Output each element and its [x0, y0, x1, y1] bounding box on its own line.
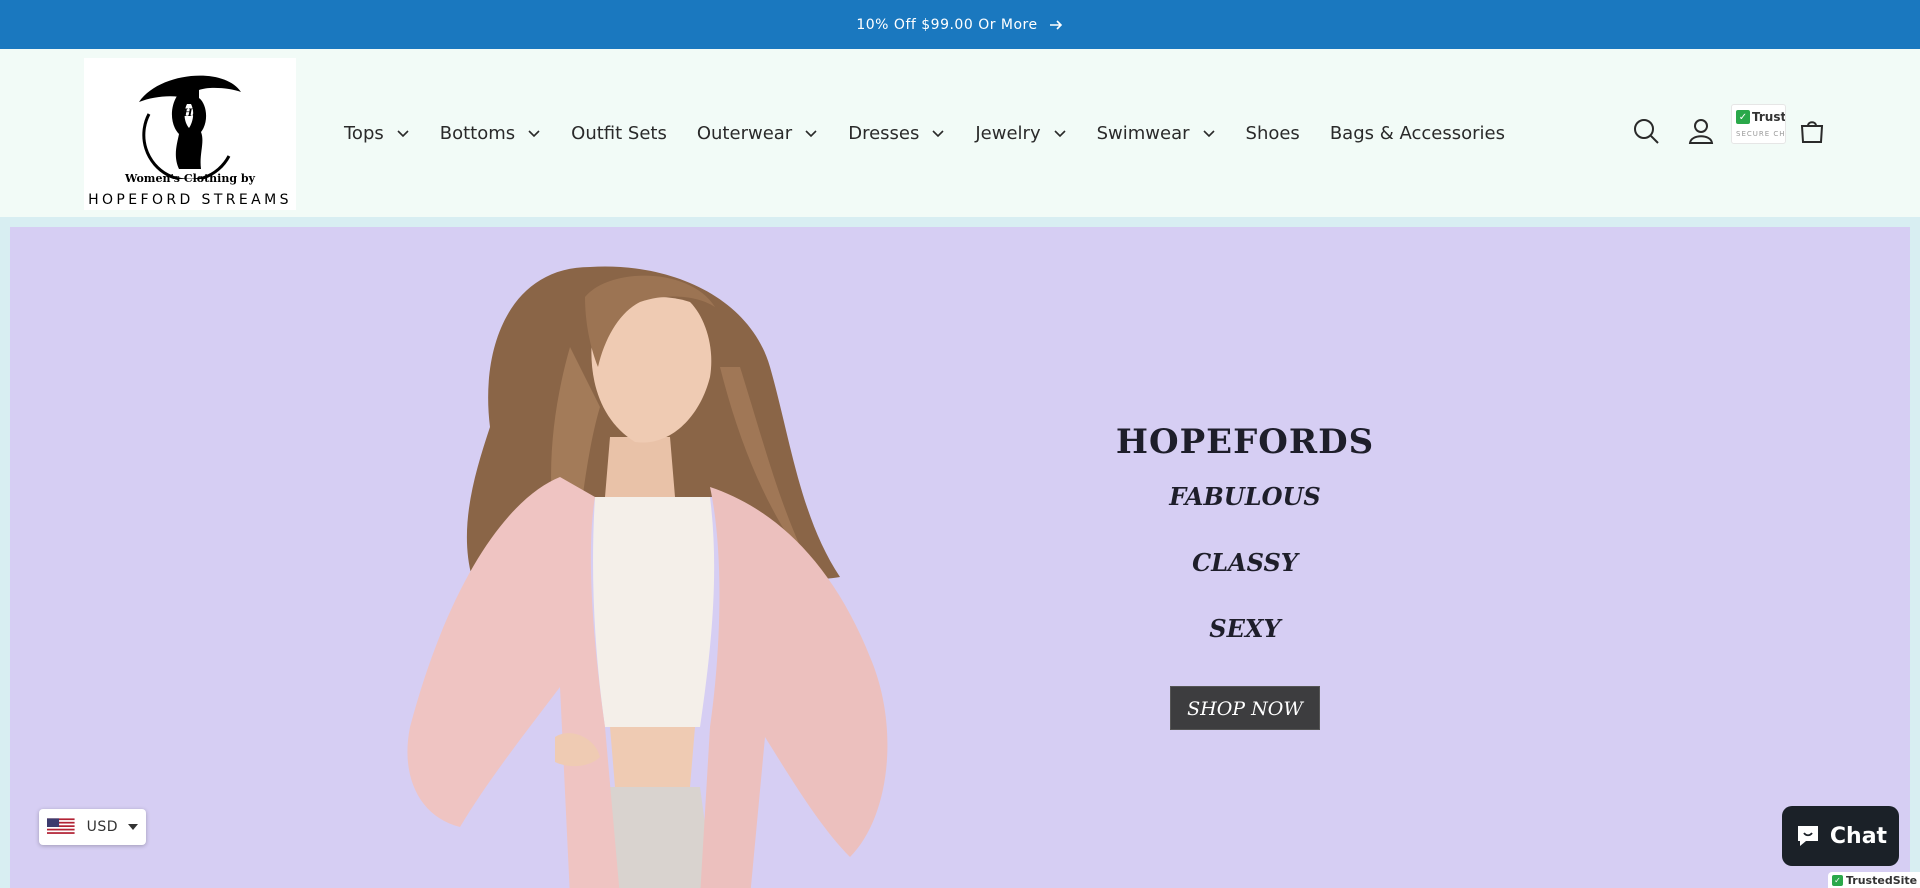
- caret-down-icon: [128, 824, 138, 830]
- announcement-link[interactable]: 10% Off $99.00 Or More: [856, 17, 1063, 33]
- svg-text:HS: HS: [182, 108, 200, 119]
- trust-badge[interactable]: ✓ Truste SECURE CH: [1731, 104, 1786, 144]
- nav-item-bags-accessories[interactable]: Bags & Accessories: [1330, 123, 1505, 144]
- nav-item-outfit-sets[interactable]: Outfit Sets: [571, 123, 667, 144]
- chat-bubble-icon: [1797, 826, 1818, 846]
- hero-line-fabulous: FABULOUS: [1169, 482, 1321, 511]
- nav-item-outerwear[interactable]: Outerwear: [697, 123, 818, 144]
- check-icon: ✓: [1736, 110, 1750, 124]
- chevron-down-icon: [397, 130, 409, 138]
- trust-badge-title: Truste: [1752, 110, 1786, 124]
- chevron-down-icon: [1054, 130, 1066, 138]
- search-button[interactable]: [1630, 115, 1662, 147]
- nav-item-jewelry[interactable]: Jewelry: [975, 123, 1066, 144]
- logo-tagline: Women's Clothing by: [125, 172, 255, 185]
- site-header: HS Women's Clothing by HOPEFORD STREAMS …: [0, 49, 1920, 217]
- nav-item-tops[interactable]: Tops: [344, 123, 410, 144]
- site-logo[interactable]: HS Women's Clothing by HOPEFORD STREAMS: [84, 58, 296, 210]
- nav-item-dresses[interactable]: Dresses: [848, 123, 945, 144]
- nav-item-bottoms[interactable]: Bottoms: [440, 123, 541, 144]
- hero-title: HOPEFORDS: [1115, 422, 1375, 462]
- check-icon: ✓: [1832, 874, 1843, 886]
- chevron-down-icon: [932, 130, 944, 138]
- chevron-down-icon: [528, 130, 540, 138]
- search-icon: [1634, 119, 1659, 144]
- cart-icon: [1800, 121, 1824, 143]
- currency-selector[interactable]: USD: [39, 809, 146, 845]
- logo-brand: HOPEFORD STREAMS: [88, 192, 292, 208]
- chevron-down-icon: [805, 130, 817, 138]
- hero-line-classy: CLASSY: [1192, 548, 1298, 577]
- nav-item-shoes[interactable]: Shoes: [1246, 123, 1300, 144]
- account-button[interactable]: [1685, 115, 1717, 147]
- hero-model-image: [407, 266, 888, 888]
- arrow-right-icon: [1049, 19, 1062, 30]
- chat-button[interactable]: Chat: [1782, 806, 1899, 866]
- trustedsite-badge[interactable]: ✓ TrustedSite: [1828, 872, 1920, 888]
- trust-badge-subtitle: SECURE CH: [1736, 130, 1786, 138]
- trustedsite-label: TrustedSite: [1846, 873, 1918, 887]
- logo-mark-icon: HS: [139, 75, 241, 179]
- account-icon: [1688, 119, 1714, 144]
- nav-item-swimwear[interactable]: Swimwear: [1097, 123, 1216, 144]
- hero-banner: HOPEFORDS FABULOUS CLASSY SEXY SHOP NOW: [10, 227, 1910, 888]
- main-nav: Tops Bottoms Outfit Sets Outerwear Dress…: [344, 49, 1535, 217]
- announcement-text: 10% Off $99.00 Or More: [856, 16, 1038, 33]
- chat-label: Chat: [1829, 823, 1888, 849]
- announcement-bar: 10% Off $99.00 Or More: [0, 0, 1920, 49]
- us-flag-icon: [47, 818, 75, 836]
- currency-code: USD: [86, 819, 118, 835]
- hero-text-block: HOPEFORDS FABULOUS CLASSY SEXY SHOP NOW: [1050, 422, 1440, 730]
- chevron-down-icon: [1202, 130, 1215, 138]
- shop-now-button[interactable]: SHOP NOW: [1170, 686, 1320, 730]
- hero-line-sexy: SEXY: [1209, 614, 1281, 643]
- cart-button[interactable]: [1796, 115, 1828, 147]
